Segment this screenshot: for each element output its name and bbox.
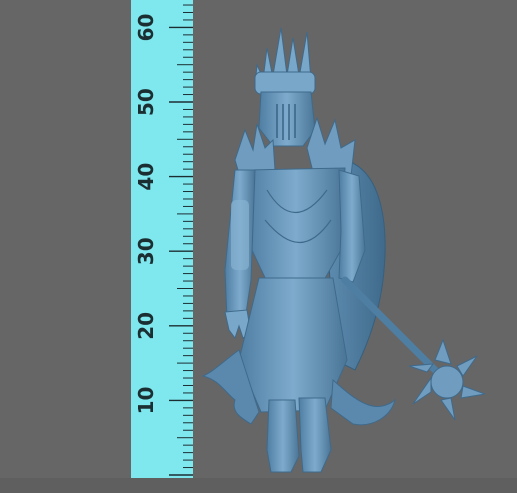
measurement-ruler: 10 20 30 40 50 60 <box>131 0 193 478</box>
left-arm-chainmail <box>231 200 249 270</box>
ruler-label-20: 20 <box>134 312 158 340</box>
mace <box>341 276 485 421</box>
ruler-scale: 10 20 30 40 50 60 <box>134 4 193 476</box>
tattered-cloth-right <box>330 378 396 426</box>
skirt-armor <box>238 277 348 413</box>
ruler-label-60: 60 <box>134 14 158 42</box>
left-leg <box>266 399 300 473</box>
helmet <box>258 91 316 147</box>
viewport: 10 20 30 40 50 60 <box>0 0 517 493</box>
ruler-label-50: 50 <box>134 88 158 116</box>
ruler-label-30: 30 <box>134 237 158 265</box>
right-leg <box>298 397 332 473</box>
crown <box>254 27 316 95</box>
ruler-label-40: 40 <box>134 163 158 191</box>
ruler-label-10: 10 <box>134 387 158 415</box>
figure-model <box>201 27 485 473</box>
torso <box>246 167 346 283</box>
